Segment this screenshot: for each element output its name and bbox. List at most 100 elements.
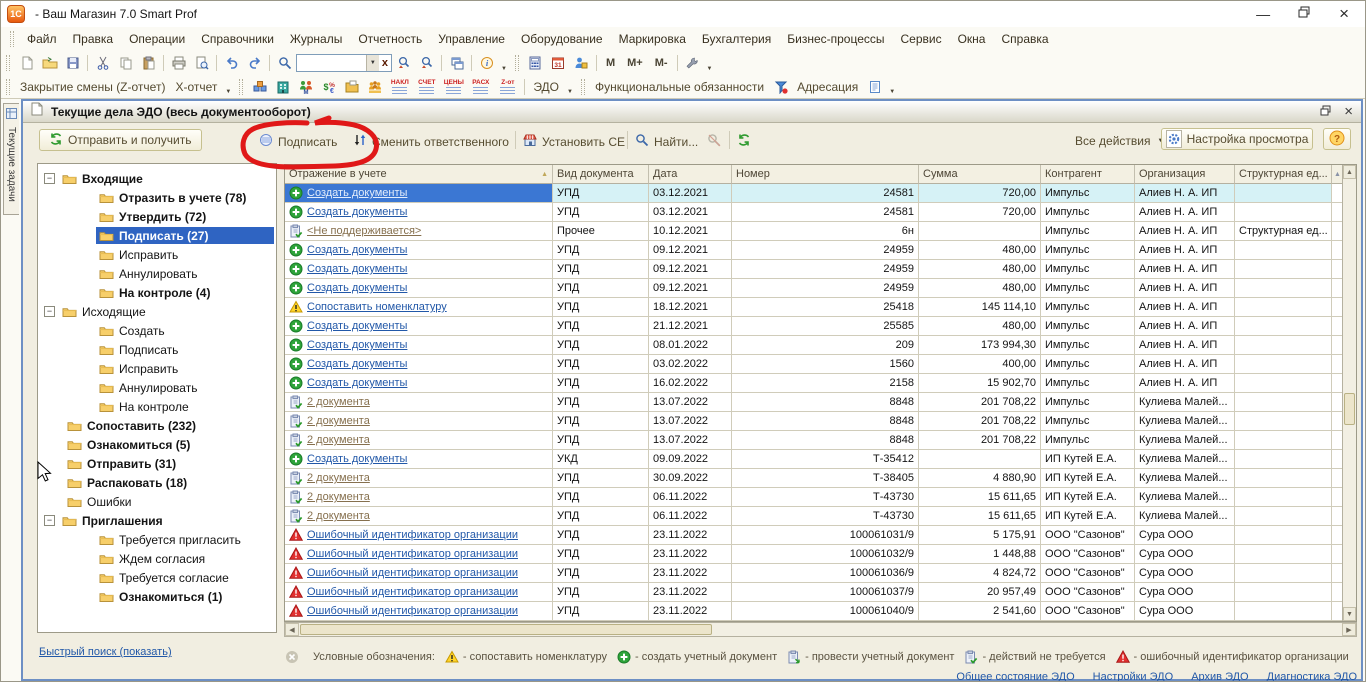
menu-item-5[interactable]: Отчетность (350, 29, 430, 49)
tree-item-12[interactable]: На контроле (38, 397, 276, 416)
redo-icon[interactable] (243, 53, 266, 74)
action-link[interactable]: 2 документа (307, 415, 370, 427)
chevron-down-icon[interactable]: ▼ (704, 66, 716, 72)
toolbar-button[interactable]: Закрытие смены (Z-отчет) (15, 78, 170, 96)
tree-item-9[interactable]: Подписать (38, 340, 276, 359)
table-row-3[interactable]: Создать документыУПД09.12.202124959480,0… (285, 241, 1356, 260)
print-icon[interactable] (167, 53, 190, 74)
tree-item-21[interactable]: Требуется согласие (38, 568, 276, 587)
tree-item-17[interactable]: Ошибки (38, 492, 276, 511)
all-actions-button[interactable]: Все действия▼ (1075, 134, 1163, 148)
mini-report-button[interactable]: НАКЛ (386, 76, 413, 97)
table-row-4[interactable]: Создать документыУПД09.12.202124959480,0… (285, 260, 1356, 279)
func-duties-icon[interactable] (769, 76, 792, 97)
toolbar-button[interactable]: ЭДО (528, 78, 564, 96)
menu-item-12[interactable]: Окна (950, 29, 994, 49)
combo-dropdown-icon[interactable]: ▼ (366, 55, 379, 71)
table-row-6[interactable]: Сопоставить номенклатуруУПД18.12.2021254… (285, 298, 1356, 317)
cut-icon[interactable] (91, 53, 114, 74)
money-icon[interactable]: $%€ (317, 76, 340, 97)
tree-item-16[interactable]: Распаковать (18) (38, 473, 276, 492)
table-row-7[interactable]: Создать документыУПД21.12.202125585480,0… (285, 317, 1356, 336)
chevron-down-icon[interactable]: ▼ (222, 89, 234, 95)
toolbar-text-button[interactable]: M (600, 55, 621, 71)
chevron-down-icon[interactable]: ▼ (564, 89, 576, 95)
copy-icon[interactable] (114, 53, 137, 74)
action-link[interactable]: 2 документа (307, 472, 370, 484)
blocks-icon[interactable] (248, 76, 271, 97)
undo-icon[interactable] (220, 53, 243, 74)
column-header-4[interactable]: Сумма (919, 165, 1041, 184)
tree-item-5[interactable]: Аннулировать (38, 264, 276, 283)
menu-item-13[interactable]: Справка (993, 29, 1056, 49)
refresh-button[interactable] (737, 133, 751, 150)
tree-item-7[interactable]: −Исходящие (38, 302, 276, 321)
minimize-button[interactable]: — (1256, 7, 1270, 21)
column-header-1[interactable]: Вид документа (553, 165, 649, 184)
tree-item-13[interactable]: Сопоставить (232) (38, 416, 276, 435)
action-link[interactable]: Создать документы (307, 358, 407, 370)
persons-m-icon[interactable]: M (294, 76, 317, 97)
menu-item-1[interactable]: Правка (65, 29, 122, 49)
sign-button[interactable]: Подписать (259, 133, 337, 150)
hscroll-thumb[interactable] (300, 624, 712, 635)
menu-item-7[interactable]: Оборудование (513, 29, 611, 49)
user-session-icon[interactable] (570, 53, 593, 74)
help-button[interactable]: ? (1323, 128, 1351, 150)
action-link[interactable]: Создать документы (307, 244, 407, 256)
table-row-12[interactable]: 2 документаУПД13.07.20228848201 708,22Им… (285, 412, 1356, 431)
menu-item-0[interactable]: Файл (19, 29, 65, 49)
menu-item-9[interactable]: Бухгалтерия (694, 29, 779, 49)
action-link[interactable]: 2 документа (307, 396, 370, 408)
action-link[interactable]: Ошибочный идентификатор организации (307, 567, 518, 579)
action-link[interactable]: <Не поддерживается> (307, 225, 421, 237)
action-link[interactable]: Создать документы (307, 263, 407, 275)
people-group-icon[interactable] (363, 76, 386, 97)
table-row-9[interactable]: Создать документыУПД03.02.20221560400,00… (285, 355, 1356, 374)
table-row-18[interactable]: Ошибочный идентификатор организацииУПД23… (285, 526, 1356, 545)
action-link[interactable]: Создать документы (307, 187, 407, 199)
action-link[interactable]: 2 документа (307, 510, 370, 522)
table-row-16[interactable]: 2 документаУПД06.11.2022Т-4373015 611,65… (285, 488, 1356, 507)
tree-item-22[interactable]: Ознакомиться (1) (38, 587, 276, 606)
menu-item-4[interactable]: Журналы (282, 29, 350, 49)
column-header-2[interactable]: Дата (649, 165, 732, 184)
table-row-13[interactable]: 2 документаУПД13.07.20228848201 708,22Им… (285, 431, 1356, 450)
table-row-20[interactable]: Ошибочный идентификатор организацииУПД23… (285, 564, 1356, 583)
mini-report-button[interactable]: Z-от (494, 76, 521, 97)
child-close-button[interactable]: × (1344, 106, 1353, 118)
table-row-22[interactable]: Ошибочный идентификатор организацииУПД23… (285, 602, 1356, 621)
print-preview-icon[interactable] (190, 53, 213, 74)
save-icon[interactable] (61, 53, 84, 74)
column-header-6[interactable]: Организация (1135, 165, 1235, 184)
tree-item-2[interactable]: Утвердить (72) (38, 207, 276, 226)
tree-item-8[interactable]: Создать (38, 321, 276, 340)
side-tab-current-tasks[interactable]: Текущие задачи (3, 103, 19, 215)
menu-item-2[interactable]: Операции (121, 29, 193, 49)
action-link[interactable]: Создать документы (307, 339, 407, 351)
calendar-icon[interactable]: 31 (547, 53, 570, 74)
mini-report-button[interactable]: РАСХ (467, 76, 494, 97)
tree-item-15[interactable]: Отправить (31) (38, 454, 276, 473)
action-link[interactable]: Ошибочный идентификатор организации (307, 529, 518, 541)
action-link[interactable]: Сопоставить номенклатуру (307, 301, 447, 313)
find-next-icon[interactable] (392, 53, 415, 74)
building-icon[interactable] (271, 76, 294, 97)
chevron-down-icon[interactable]: ▼ (498, 66, 510, 72)
toolbar-text-button[interactable]: M+ (621, 55, 649, 71)
clear-find-button[interactable] (707, 133, 721, 150)
tree-item-10[interactable]: Исправить (38, 359, 276, 378)
footer-link-0[interactable]: Общее состояние ЭДО (956, 671, 1074, 682)
mini-report-button[interactable]: СЧЕТ (413, 76, 440, 97)
vscroll-thumb[interactable] (1344, 393, 1355, 425)
scroll-left-icon[interactable]: ◀ (285, 623, 299, 636)
tree-item-18[interactable]: −Приглашения (38, 511, 276, 530)
table-row-10[interactable]: Создать документыУПД16.02.2022215815 902… (285, 374, 1356, 393)
action-link[interactable]: Ошибочный идентификатор организации (307, 605, 518, 617)
menu-item-6[interactable]: Управление (430, 29, 513, 49)
info-icon[interactable]: i (475, 53, 498, 74)
expander-icon[interactable]: − (44, 515, 55, 526)
column-header-0[interactable]: Отражение в учете▲ (285, 165, 553, 184)
expander-icon[interactable]: − (44, 173, 55, 184)
quick-search-link[interactable]: Быстрый поиск (показать) (39, 646, 172, 658)
